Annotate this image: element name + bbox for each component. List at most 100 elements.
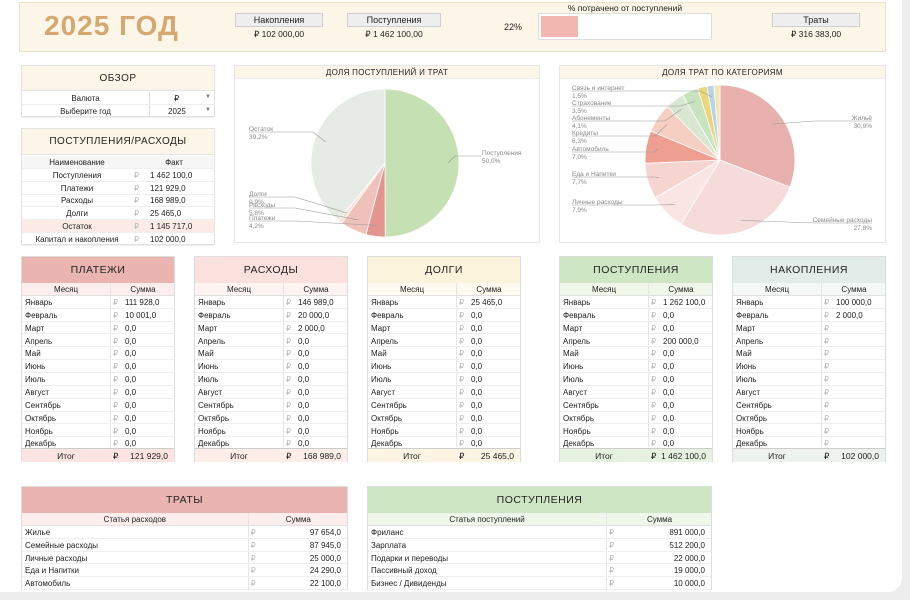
table-header: Статья поступлений Сумма xyxy=(368,513,711,526)
currency-sign: ₽ xyxy=(651,451,657,461)
month-value: 0,0 xyxy=(125,336,137,346)
month-name: Ноябрь xyxy=(736,426,764,436)
month-name: Август xyxy=(736,387,761,397)
sum-col: Сумма xyxy=(646,515,673,524)
summary-panel: ПОСТУПЛЕНИЯ/РАСХОДЫ Наименование Факт По… xyxy=(21,128,215,246)
month-col: Месяц xyxy=(53,285,79,294)
summary-row: Расходы ₽ 168 989,0 xyxy=(22,194,214,208)
table-row: Февраль ₽ 2 000,0 xyxy=(733,309,885,322)
currency-sign: ₽ xyxy=(134,209,140,219)
currency-sign: ₽ xyxy=(459,400,465,410)
currency-sign: ₽ xyxy=(134,221,140,231)
month-value: 0,0 xyxy=(298,375,310,385)
table-row: Личные расходы ₽ 25 000,0 xyxy=(22,552,347,565)
table-title: ТРАТЫ xyxy=(22,487,347,513)
month-value: 0,0 xyxy=(663,349,675,359)
table-row: Октябрь ₽ 0,0 xyxy=(195,412,347,425)
total-label: Итог xyxy=(768,451,786,461)
month-name: Январь xyxy=(371,298,399,307)
table-title: ДОЛГИ xyxy=(368,257,520,283)
item-name: Бизнес / Дивиденды xyxy=(371,579,447,589)
table-row: Бизнес / Дивиденды ₽ 10 000,0 xyxy=(368,577,711,590)
table-row: Июнь ₽ xyxy=(733,360,885,374)
slice-label: Еда и Напитки xyxy=(572,171,616,178)
month-name: Октябрь xyxy=(25,413,57,423)
month-name: Май xyxy=(25,349,41,359)
slice-label: Личные расходы xyxy=(572,199,623,206)
month-value: 0,0 xyxy=(663,323,675,333)
month-name: Ноябрь xyxy=(198,426,226,436)
category-spend-chart: ДОЛЯ ТРАТ ПО КАТЕГОРИЯМ Жильё 30,9% Семейн… xyxy=(559,65,886,243)
year-label: Выберите год xyxy=(60,107,111,116)
month-value: 0,0 xyxy=(298,400,310,410)
currency-sign: ₽ xyxy=(286,375,292,385)
table-row: Май ₽ 0,0 xyxy=(560,347,712,361)
spend-label: Траты xyxy=(772,13,860,27)
sum-col: Сумма xyxy=(285,515,311,524)
table-row: Еда и Напитки ₽ 24 290,0 xyxy=(22,564,347,578)
currency-select[interactable]: ₽ ▼ xyxy=(149,92,215,104)
table-row: Май ₽ 0,0 xyxy=(195,347,347,361)
income-label: Поступления xyxy=(347,13,441,27)
month-value: 0,0 xyxy=(471,323,483,333)
currency-sign: ₽ xyxy=(824,349,830,359)
summary-row: Остаток ₽ 1 145 717,0 xyxy=(22,219,214,233)
item-value: 22 100,0 xyxy=(309,579,341,589)
summary-row-name: Расходы xyxy=(60,196,94,206)
currency-sign: ₽ xyxy=(113,387,119,397)
slice-percent: 7,9% xyxy=(572,207,587,214)
table-row: Октябрь ₽ xyxy=(733,412,885,425)
month-value: 20 000,0 xyxy=(298,310,330,320)
slice-label: Страхование xyxy=(572,100,612,107)
year-select[interactable]: 2025 ▼ xyxy=(149,105,215,117)
col-fact: Факт xyxy=(165,158,183,167)
table-row: Август ₽ xyxy=(733,386,885,399)
table-row: Октябрь ₽ 0,0 xyxy=(368,412,520,425)
total-label: Итог xyxy=(595,451,613,461)
currency-sign: ₽ xyxy=(459,413,465,423)
month-col: Месяц xyxy=(399,285,425,294)
month-name: Июнь xyxy=(25,362,46,372)
table-row: Август ₽ 0,0 xyxy=(560,386,712,399)
summary-row-value: 25 465,0 xyxy=(150,209,182,219)
item-name: Автомобиль xyxy=(25,579,71,589)
month-value: 0,0 xyxy=(125,439,137,449)
monthly-table: ПОСТУПЛЕНИЯ Месяц Сумма Январь ₽ 1 262 1… xyxy=(559,256,713,462)
sum-col: Сумма xyxy=(668,285,694,294)
table-row: Май ₽ 0,0 xyxy=(368,347,520,361)
currency-sign: ₽ xyxy=(609,540,615,550)
month-name: Ноябрь xyxy=(25,426,53,436)
month-value: 0,0 xyxy=(298,426,310,436)
monthly-table: НАКОПЛЕНИЯ Месяц Сумма Январь ₽ 100 000,… xyxy=(732,256,886,462)
slice-percent: 7,0% xyxy=(572,154,587,161)
summary-row-name: Поступления xyxy=(52,171,102,180)
table-row: Январь ₽ 100 000,0 xyxy=(733,296,885,309)
income-value: ₽ 1 462 100,00 xyxy=(365,29,423,39)
table-header: Месяц Сумма xyxy=(733,283,885,296)
currency-sign: ₽ xyxy=(651,375,657,385)
item-name: Личные расходы xyxy=(25,553,88,563)
currency-sign: ₽ xyxy=(651,336,657,346)
slice-percent: 1,5% xyxy=(572,93,587,100)
chevron-down-icon: ▼ xyxy=(205,94,211,100)
slice-label: Семейные расходы xyxy=(813,216,873,224)
month-name: Июнь xyxy=(198,362,219,372)
summary-row-name: Платежи xyxy=(60,183,94,193)
month-name: Апрель xyxy=(25,336,53,346)
table-row: Ноябрь ₽ 0,0 xyxy=(368,425,520,438)
sum-col: Сумма xyxy=(303,285,329,294)
income-spend-chart: ДОЛЯ ПОСТУПЛЕНИЙ И ТРАТ Поступления 50,0%… xyxy=(234,65,540,243)
table-title: ПОСТУПЛЕНИЯ xyxy=(560,257,712,283)
month-name: Март xyxy=(198,323,218,333)
table-row: Январь ₽ 1 262 100,0 xyxy=(560,296,712,309)
sum-col: Сумма xyxy=(841,285,867,294)
currency-sign: ₽ xyxy=(113,375,119,385)
month-name: Июль xyxy=(25,375,46,385)
summary-row: Поступления ₽ 1 462 100,0 xyxy=(22,169,214,182)
currency-sign: ₽ xyxy=(609,579,615,589)
pie-slice xyxy=(384,88,460,238)
currency-sign: ₽ xyxy=(286,349,292,359)
currency-sign: ₽ xyxy=(286,439,292,449)
table-row: Июнь ₽ 0,0 xyxy=(195,360,347,374)
month-value: 0,0 xyxy=(298,336,310,346)
